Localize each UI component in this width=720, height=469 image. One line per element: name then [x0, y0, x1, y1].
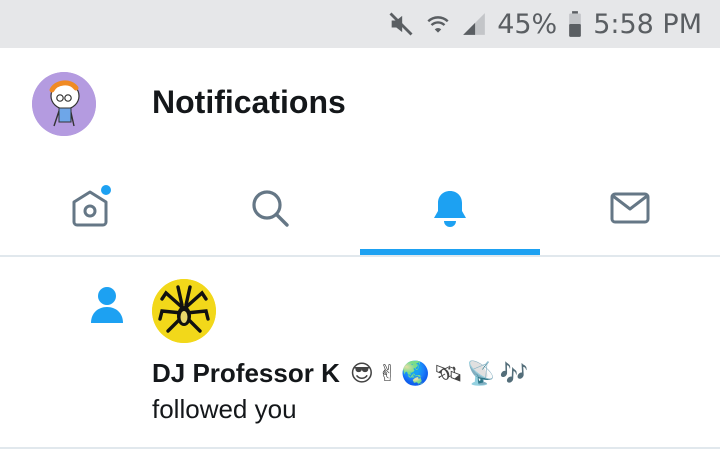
- tab-home[interactable]: [0, 160, 180, 256]
- tab-search[interactable]: [180, 160, 360, 256]
- profile-avatar-image: [32, 72, 96, 136]
- home-icon: [72, 185, 111, 227]
- clock: 5:58 PM: [593, 8, 702, 40]
- notification-title: DJ Professor K 😎✌🌏🛰📡🎶: [152, 356, 532, 390]
- status-bar: 45% 5:58 PM: [0, 0, 720, 48]
- search-icon: [252, 190, 289, 227]
- tab-messages[interactable]: [540, 160, 720, 256]
- signal-icon: [461, 11, 487, 37]
- follower-name-emojis: 😎✌🌏🛰📡🎶: [349, 360, 533, 387]
- page-title: Notifications: [152, 84, 346, 120]
- tab-bar: [0, 160, 720, 256]
- battery-percent: 45%: [497, 8, 558, 40]
- person-follow-icon: [90, 285, 124, 330]
- status-icons: 45% 5:58 PM: [387, 0, 702, 48]
- follower-name[interactable]: DJ Professor K: [152, 358, 340, 389]
- mute-icon: [387, 10, 415, 38]
- wifi-icon: [425, 10, 451, 38]
- profile-avatar[interactable]: [32, 72, 96, 136]
- spider-avatar: [152, 279, 216, 343]
- notification-action: followed you: [152, 394, 297, 424]
- battery-icon: [567, 10, 583, 38]
- mail-icon: [610, 192, 650, 224]
- follower-avatar[interactable]: [152, 279, 216, 343]
- notification-divider: [0, 447, 720, 449]
- bell-icon: [434, 191, 466, 227]
- tab-notifications[interactable]: [360, 160, 540, 256]
